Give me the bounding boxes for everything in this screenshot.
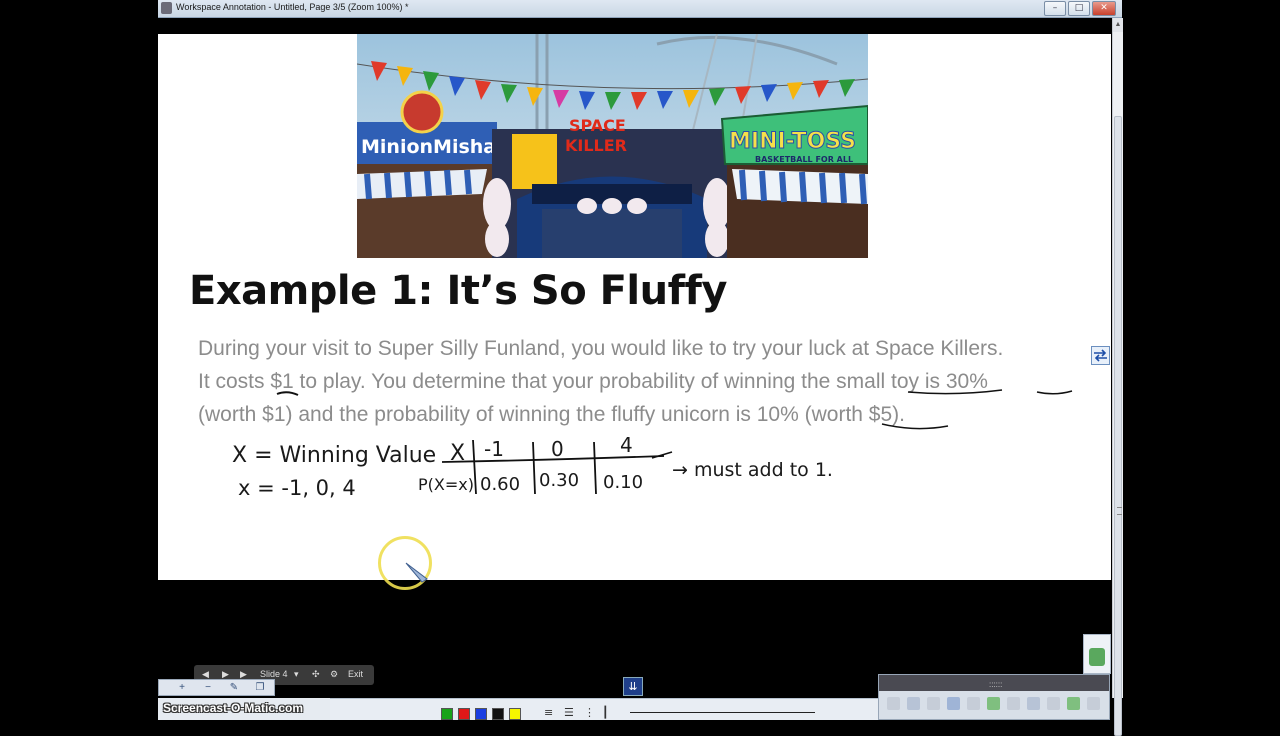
more-tools-icon[interactable] <box>1087 697 1100 710</box>
annotation-mini-toolbar: + − ✎ ❐ <box>158 679 275 696</box>
problem-paragraph: During your visit to Super Silly Funland… <box>198 332 1098 431</box>
pen-icon[interactable] <box>967 697 980 710</box>
redo-icon[interactable] <box>927 697 940 710</box>
shape-icon[interactable] <box>1027 697 1040 710</box>
dash-style-icon[interactable]: ⋮ <box>584 706 595 719</box>
green-swatch[interactable] <box>441 708 453 720</box>
recycle-bin-icon[interactable] <box>1083 634 1111 674</box>
yellow-swatch[interactable] <box>509 708 521 720</box>
exit-button[interactable]: Exit <box>348 669 363 679</box>
line-style-icon[interactable]: ☰ <box>564 706 574 719</box>
brand-text: Screencast-O-Matic.com <box>163 701 304 715</box>
eraser-icon[interactable] <box>1007 697 1020 710</box>
window-title-bar: Workspace Annotation - Untitled, Page 3/… <box>158 0 1122 18</box>
carnival-photo-drawing: MinionMishap SPACE KILLER MINI-TOSS BASK… <box>357 34 868 258</box>
scroll-thumb[interactable] <box>1114 116 1122 736</box>
vertical-scrollbar[interactable]: ▲ <box>1112 18 1123 736</box>
line-width-icon[interactable]: ≡ <box>544 706 553 719</box>
scroll-up-icon[interactable]: ▲ <box>1113 18 1123 32</box>
carnival-photo: MinionMishap SPACE KILLER MINI-TOSS BASK… <box>357 34 868 258</box>
paragraph-line: During your visit to Super Silly Funland… <box>198 337 1004 360</box>
tools-panel-header[interactable]: :::::: <box>879 675 1109 691</box>
page-icon[interactable] <box>947 697 960 710</box>
select-icon[interactable] <box>887 697 900 710</box>
collapse-toolbar-icon[interactable]: ⇊ <box>623 677 643 696</box>
copy-icon[interactable]: ❐ <box>251 681 269 694</box>
booth-sign-center-bottom: KILLER <box>565 136 627 155</box>
booth-sign-left: MinionMishap <box>361 136 510 158</box>
red-swatch[interactable] <box>458 708 470 720</box>
pen-size-icon[interactable]: ┃ <box>602 706 609 719</box>
app-icon <box>161 2 172 14</box>
text-icon[interactable] <box>1047 697 1060 710</box>
booth-sign-right-sub: BASKETBALL FOR ALL <box>755 155 853 164</box>
recycle-symbol-icon <box>1089 648 1105 666</box>
paragraph-line: It costs $1 to play. You determine that … <box>198 370 988 393</box>
scroll-grip-icon <box>1117 507 1122 515</box>
add-page-icon[interactable]: + <box>173 681 191 694</box>
paragraph-line: (worth $1) and the probability of winnin… <box>198 403 905 426</box>
tools-panel: :::::: <box>878 674 1110 720</box>
slide-heading: Example 1: It’s So Fluffy <box>189 268 728 314</box>
fullscreen-icon[interactable]: ✣ <box>312 669 320 680</box>
page-swap-icon[interactable] <box>1091 346 1110 365</box>
chevron-down-icon[interactable]: ▾ <box>294 669 299 680</box>
window-title: Workspace Annotation - Untitled, Page 3/… <box>176 2 409 12</box>
screencast-brand: Screencast-O-Matic.com <box>158 698 330 720</box>
blue-swatch[interactable] <box>475 708 487 720</box>
gear-icon[interactable]: ⚙ <box>330 669 338 680</box>
pen-toolbar: ≡ ☰ ⋮ ┃ <box>330 698 880 720</box>
window-controls: – □ ✕ <box>1044 1 1116 16</box>
slide-selector[interactable]: Slide 4 <box>260 669 288 679</box>
booth-sign-right: MINI-TOSS <box>729 129 856 154</box>
undo-icon[interactable] <box>907 697 920 710</box>
edit-icon[interactable]: ✎ <box>225 681 243 694</box>
arrow-icon[interactable] <box>1067 697 1080 710</box>
maximize-button[interactable]: □ <box>1068 1 1090 16</box>
pen-cursor-icon <box>405 562 428 583</box>
highlighter-icon[interactable] <box>987 697 1000 710</box>
black-swatch[interactable] <box>492 708 504 720</box>
booth-sign-center-top: SPACE <box>569 116 626 135</box>
remove-page-icon[interactable]: − <box>199 681 217 694</box>
close-button[interactable]: ✕ <box>1092 1 1116 16</box>
line-preview <box>630 712 815 713</box>
drag-handle-icon[interactable]: :::::: <box>989 680 1002 689</box>
minimize-button[interactable]: – <box>1044 1 1066 16</box>
